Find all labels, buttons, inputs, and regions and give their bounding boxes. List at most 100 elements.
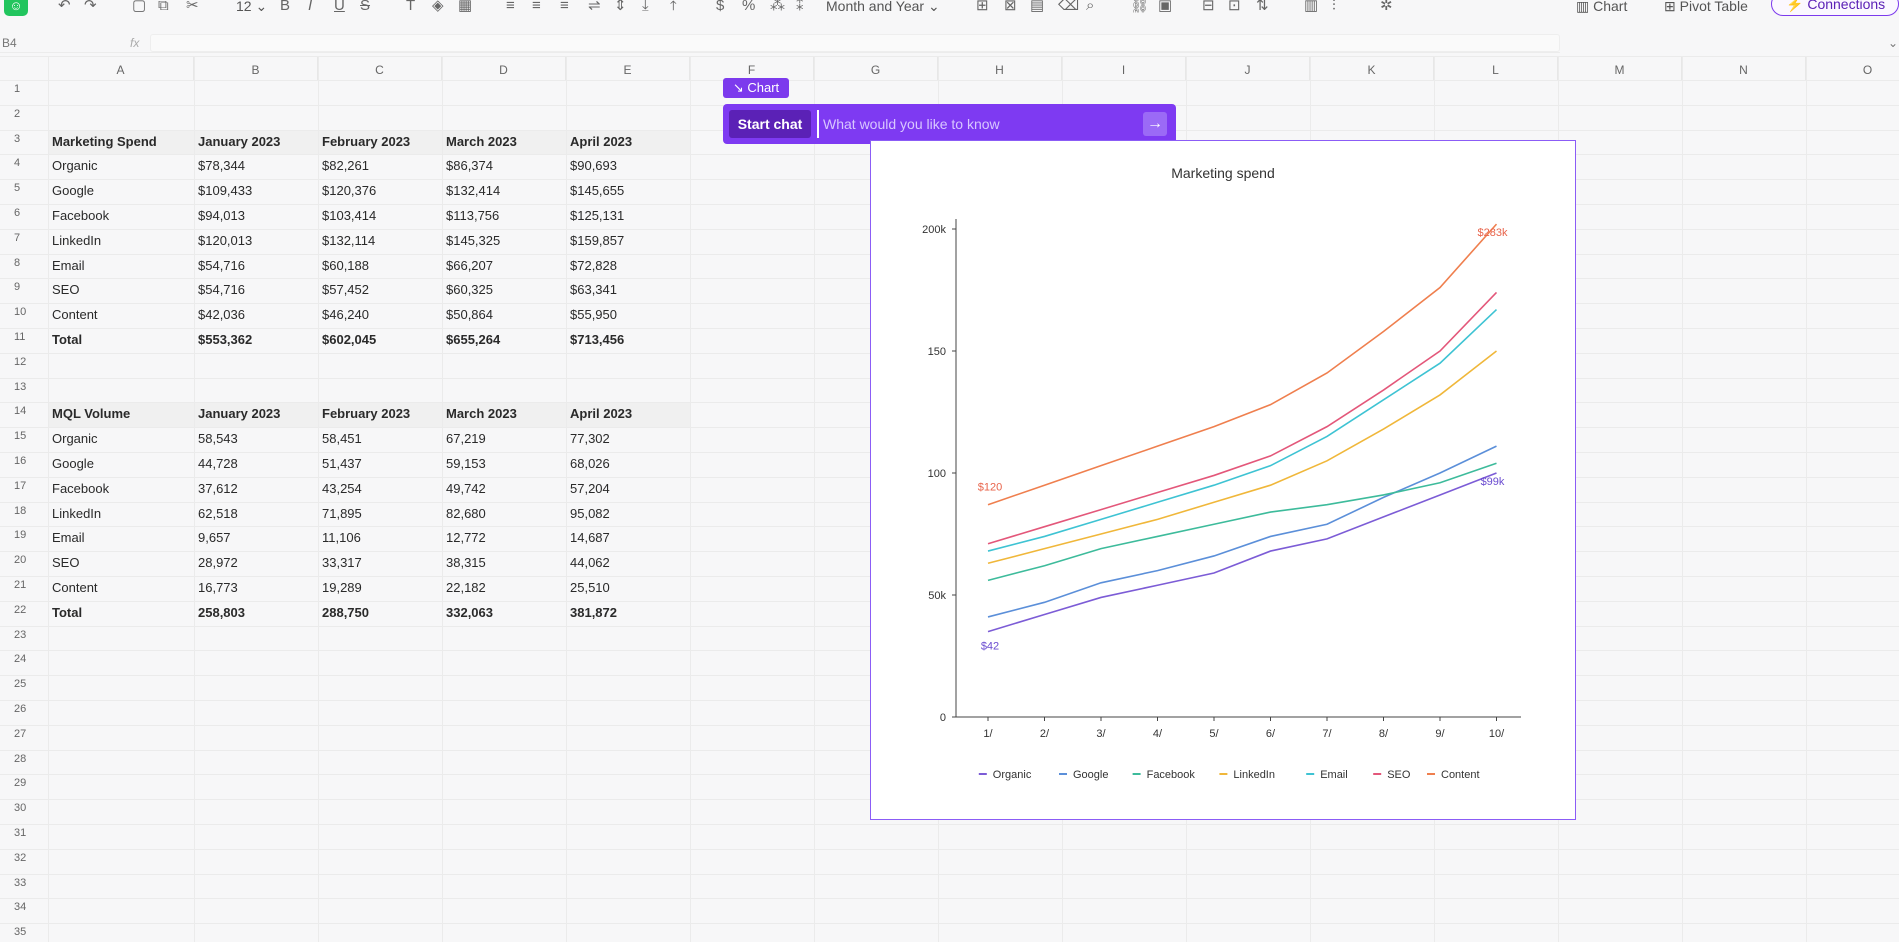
- delete-icon[interactable]: ⊠: [1004, 0, 1017, 14]
- mql-cell[interactable]: 59,153: [446, 452, 486, 476]
- mql-cell[interactable]: 58,543: [198, 427, 238, 451]
- row-header-2[interactable]: 2: [0, 108, 48, 120]
- mql-cell[interactable]: 22,182: [446, 576, 486, 600]
- mql-cell[interactable]: 62,518: [198, 502, 238, 526]
- mql-total-cell[interactable]: Total: [52, 601, 82, 625]
- mql-cell[interactable]: 14,687: [570, 526, 610, 550]
- mql-cell[interactable]: 43,254: [322, 477, 362, 501]
- row-header-32[interactable]: 32: [0, 852, 48, 864]
- mql-cell[interactable]: 25,510: [570, 576, 610, 600]
- row-header-26[interactable]: 26: [0, 703, 48, 715]
- spend-cell[interactable]: $145,325: [446, 229, 500, 253]
- row-header-30[interactable]: 30: [0, 802, 48, 814]
- spend-cell[interactable]: $72,828: [570, 254, 617, 278]
- mql-cell[interactable]: 37,612: [198, 477, 238, 501]
- spend-cell[interactable]: $145,655: [570, 179, 624, 203]
- spend-cell[interactable]: $60,188: [322, 254, 369, 278]
- spend-cell[interactable]: $132,414: [446, 179, 500, 203]
- spend-header-cell[interactable]: February 2023: [322, 130, 410, 154]
- mql-cell[interactable]: 9,657: [198, 526, 231, 550]
- spend-cell[interactable]: $60,325: [446, 278, 493, 302]
- mql-cell[interactable]: Facebook: [52, 477, 109, 501]
- mql-cell[interactable]: 57,204: [570, 477, 610, 501]
- row-header-31[interactable]: 31: [0, 827, 48, 839]
- spend-cell[interactable]: $125,131: [570, 204, 624, 228]
- spend-cell[interactable]: Organic: [52, 154, 98, 178]
- ungroup-icon[interactable]: ⊡: [1228, 0, 1241, 14]
- connections-button[interactable]: ⚡ Connections: [1771, 0, 1899, 16]
- spend-cell[interactable]: $94,013: [198, 204, 245, 228]
- column-header-J[interactable]: J: [1186, 56, 1310, 80]
- row-header-34[interactable]: 34: [0, 901, 48, 913]
- spend-header-cell[interactable]: January 2023: [198, 130, 280, 154]
- row-header-14[interactable]: 14: [0, 405, 48, 417]
- spend-cell[interactable]: $54,716: [198, 278, 245, 302]
- mql-header-cell[interactable]: April 2023: [570, 402, 632, 426]
- row-header-29[interactable]: 29: [0, 777, 48, 789]
- spend-cell[interactable]: Google: [52, 179, 94, 203]
- insert-row-icon[interactable]: ⊞: [976, 0, 989, 14]
- decimal-decrease-icon[interactable]: ⁂: [770, 0, 785, 14]
- chart-button[interactable]: ▥ Chart: [1576, 0, 1627, 14]
- column-header-O[interactable]: O: [1806, 56, 1899, 80]
- borders-icon[interactable]: ▦: [458, 0, 472, 14]
- column-header-L[interactable]: L: [1434, 56, 1558, 80]
- row-header-6[interactable]: 6: [0, 207, 48, 219]
- sort-icon[interactable]: ⇅: [1256, 0, 1269, 14]
- mql-cell[interactable]: 77,302: [570, 427, 610, 451]
- row-header-3[interactable]: 3: [0, 133, 48, 145]
- redo-icon[interactable]: ↷: [84, 0, 97, 14]
- font-size-select[interactable]: 12 ⌄: [236, 0, 267, 14]
- row-header-25[interactable]: 25: [0, 678, 48, 690]
- row-header-16[interactable]: 16: [0, 455, 48, 467]
- mql-cell[interactable]: 38,315: [446, 551, 486, 575]
- spend-header-cell[interactable]: April 2023: [570, 130, 632, 154]
- fill-color-icon[interactable]: ◈: [432, 0, 444, 14]
- mql-cell[interactable]: 28,972: [198, 551, 238, 575]
- decimal-increase-icon[interactable]: ⁑: [796, 0, 804, 14]
- mql-cell[interactable]: 51,437: [322, 452, 362, 476]
- app-logo-icon[interactable]: ☺: [4, 0, 28, 16]
- spend-total-cell[interactable]: Total: [52, 328, 82, 352]
- spend-cell[interactable]: $113,756: [446, 204, 499, 228]
- percent-button[interactable]: %: [742, 0, 755, 14]
- mql-cell[interactable]: 49,742: [446, 477, 486, 501]
- mql-cell[interactable]: 71,895: [322, 502, 362, 526]
- spend-cell[interactable]: $132,114: [322, 229, 375, 253]
- mql-header-cell[interactable]: March 2023: [446, 402, 517, 426]
- column-header-E[interactable]: E: [566, 56, 690, 80]
- spend-cell[interactable]: $55,950: [570, 303, 617, 327]
- scissors-icon[interactable]: ✂: [186, 0, 199, 14]
- spend-cell[interactable]: $54,716: [198, 254, 245, 278]
- search-icon[interactable]: ⌕: [1086, 0, 1094, 14]
- italic-button[interactable]: I: [308, 0, 312, 14]
- chart-tag[interactable]: ↘ Chart: [723, 78, 789, 98]
- spend-cell[interactable]: SEO: [52, 278, 79, 302]
- mql-cell[interactable]: Email: [52, 526, 85, 550]
- row-header-12[interactable]: 12: [0, 356, 48, 368]
- currency-button[interactable]: $: [716, 0, 724, 14]
- column-header-H[interactable]: H: [938, 56, 1062, 80]
- strikethrough-button[interactable]: S: [360, 0, 370, 14]
- align-right-icon[interactable]: ≡: [560, 0, 569, 14]
- spend-cell[interactable]: $82,261: [322, 154, 369, 178]
- mql-cell[interactable]: 82,680: [446, 502, 486, 526]
- start-chat-button[interactable]: Start chat: [729, 110, 811, 138]
- group-icon[interactable]: ⊟: [1202, 0, 1215, 14]
- row-header-5[interactable]: 5: [0, 182, 48, 194]
- spend-cell[interactable]: $42,036: [198, 303, 245, 327]
- mql-cell[interactable]: 44,728: [198, 452, 238, 476]
- align-left-icon[interactable]: ≡: [506, 0, 515, 14]
- row-header-7[interactable]: 7: [0, 232, 48, 244]
- spend-cell[interactable]: $120,376: [322, 179, 376, 203]
- cell-reference[interactable]: B4: [2, 36, 17, 50]
- row-header-9[interactable]: 9: [0, 281, 48, 293]
- row-header-21[interactable]: 21: [0, 579, 48, 591]
- copy-icon[interactable]: ▢: [132, 0, 146, 14]
- mql-cell[interactable]: 12,772: [446, 526, 486, 550]
- spend-cell[interactable]: $159,857: [570, 229, 624, 253]
- row-header-20[interactable]: 20: [0, 554, 48, 566]
- mql-cell[interactable]: 19,289: [322, 576, 362, 600]
- valign-bottom-icon[interactable]: ⤓: [642, 0, 649, 14]
- row-header-23[interactable]: 23: [0, 629, 48, 641]
